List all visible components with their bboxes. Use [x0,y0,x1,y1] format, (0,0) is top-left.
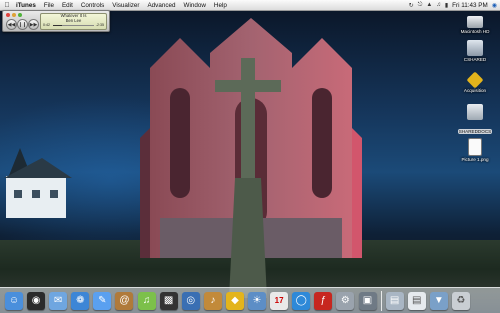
network-volume-icon [467,40,483,56]
desktop-icon-shareddocs[interactable]: SHAREDDOCS [452,104,498,138]
wifi-icon[interactable]: ▲ [426,2,432,8]
trash-icon[interactable]: ♻ [451,291,470,310]
menu-clock[interactable]: Fri 11:43 PM [452,2,488,9]
menu-advanced[interactable]: Advanced [143,2,179,9]
minimize-button[interactable] [12,13,16,17]
wallpaper-cross [215,58,281,298]
elapsed-time: 0:42 [43,23,50,27]
menu-extras: ↻ ⎋ ▲ ♫ ▮ Fri 11:43 PM ◉ [409,2,500,9]
idvd-icon[interactable]: ◎ [181,291,200,310]
menu-app-name[interactable]: iTunes [12,2,40,9]
folder-icon[interactable]: ▤ [385,291,404,310]
ichat-icon[interactable]: ✎ [93,291,112,310]
close-button[interactable] [6,13,10,17]
document-icon[interactable]: ▤ [407,291,426,310]
shared-drive-icon [467,104,483,120]
desktop-icon-acquisition[interactable]: Acquisition [455,71,495,93]
acquisition-icon[interactable]: ◆ [225,291,244,310]
itunes-icon[interactable]: ♫ [137,291,156,310]
spotlight-icon[interactable]: ◉ [492,2,497,9]
playback-progress-bar[interactable] [53,24,94,26]
now-playing-display: Whatever It Is Ben Lee 0:42 -2:35 [40,13,107,30]
hard-disk-icon [467,16,483,28]
desktop-icon-macintosh-hd[interactable]: Macintosh HD [455,12,495,34]
menu-visualizer[interactable]: Visualizer [108,2,143,9]
window-controls [6,13,22,17]
system-preferences-icon[interactable]: ⚙ [336,291,355,310]
sync-icon[interactable]: ↻ [409,2,414,9]
dashboard-icon[interactable]: ◉ [27,291,46,310]
volume-icon[interactable]: ♫ [436,2,441,8]
desktop-icon-cshared[interactable]: CSHARED [455,40,495,62]
itunes-mini-player[interactable]: ◀◀ ❙❙ ▶▶ Whatever It Is Ben Lee 0:42 -2:… [2,10,110,32]
menu-controls[interactable]: Controls [77,2,108,9]
pause-button[interactable]: ❙❙ [17,19,28,30]
acquisition-app-icon [466,71,484,89]
dock-separator [380,290,382,311]
desktop-icon-picture-1[interactable]: Picture 1.png [455,138,495,162]
apple-icon[interactable]:  [2,2,12,9]
dock: ☺ ◉ ✉ ❁ ✎ @ ♫ ▩ ◎ ♪ ◆ ☀ 17 ◯ ƒ ⚙ ▣ ▤ ▤ ▼… [0,287,500,313]
remaining-time: -2:35 [95,23,104,27]
iphoto-icon[interactable]: ☀ [248,291,267,310]
safari-icon[interactable]: ❁ [71,291,90,310]
garageband-icon[interactable]: ♪ [203,291,222,310]
battery-icon[interactable]: ▮ [445,2,448,9]
menu-edit[interactable]: Edit [58,2,77,9]
finder-icon[interactable]: ☺ [5,291,23,310]
imovie-icon[interactable]: ▩ [159,291,178,310]
bluetooth-icon[interactable]: ⎋ [418,2,423,9]
menu-file[interactable]: File [40,2,58,9]
ical-icon[interactable]: 17 [270,291,289,310]
menu-window[interactable]: Window [180,2,210,9]
network-icon[interactable]: ◯ [292,291,311,310]
playback-progress-fill [53,24,62,26]
app-icon[interactable]: ▣ [358,291,377,310]
next-track-button[interactable]: ▶▶ [28,19,39,30]
previous-track-button[interactable]: ◀◀ [6,19,17,30]
menu-help[interactable]: Help [210,2,231,9]
address-book-icon[interactable]: @ [115,291,134,310]
flash-icon[interactable]: ƒ [314,291,333,310]
mail-icon[interactable]: ✉ [49,291,68,310]
wallpaper-house [4,148,72,218]
png-file-icon [468,138,482,156]
zoom-button[interactable] [18,13,22,17]
downloads-icon[interactable]: ▼ [429,291,448,310]
